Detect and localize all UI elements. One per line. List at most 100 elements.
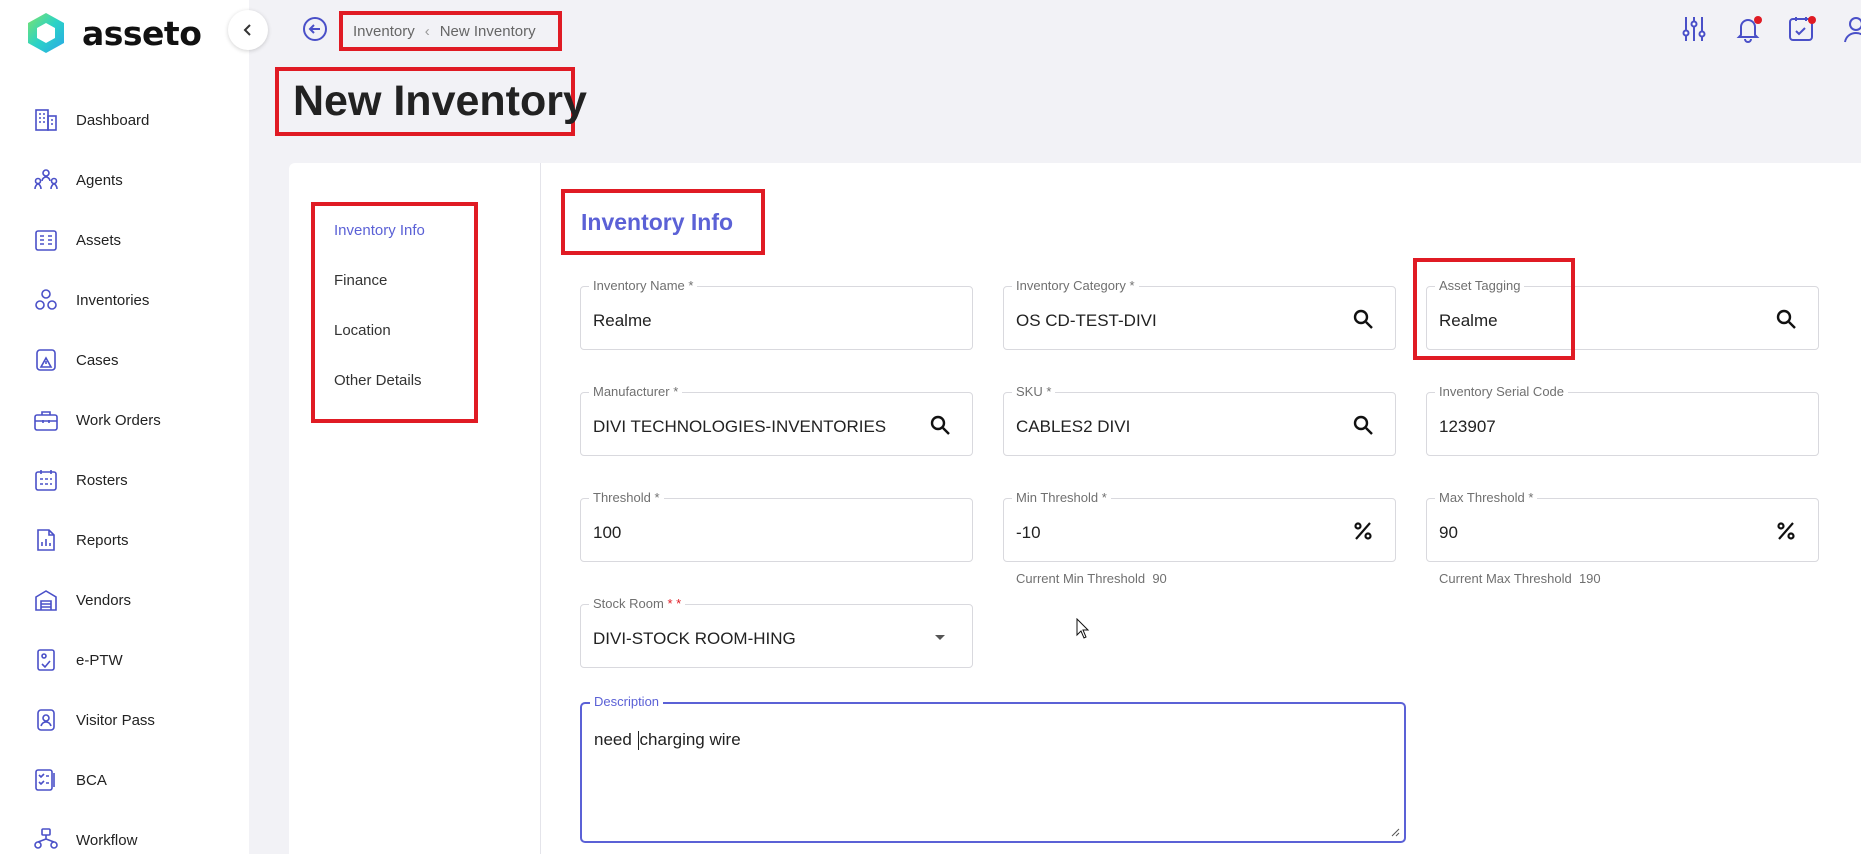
user-profile-button[interactable] bbox=[1841, 14, 1861, 44]
sidebar-item-visitor-pass[interactable]: Visitor Pass bbox=[0, 690, 249, 750]
logo-hexagon-icon bbox=[28, 13, 64, 53]
sidebar-item-label: Reports bbox=[76, 531, 129, 549]
breadcrumb-current: New Inventory bbox=[439, 22, 536, 40]
max-threshold-field[interactable]: Max Threshold * 90 bbox=[1426, 490, 1819, 562]
app-logo[interactable]: asseto bbox=[24, 8, 202, 58]
tasks-button[interactable] bbox=[1787, 14, 1817, 44]
sku-input[interactable]: CABLES2 DIVI bbox=[1016, 417, 1130, 437]
warehouse-icon bbox=[32, 586, 60, 614]
sidebar-item-label: Agents bbox=[76, 171, 123, 189]
search-icon[interactable] bbox=[928, 413, 952, 437]
sidebar-item-cases[interactable]: Cases bbox=[0, 330, 249, 390]
checklist-icon bbox=[32, 766, 60, 794]
notification-dot bbox=[1808, 16, 1816, 24]
stock-room-select[interactable]: Stock Room * * DIVI-STOCK ROOM-HING bbox=[580, 596, 973, 668]
sidebar-item-label: Visitor Pass bbox=[76, 711, 155, 729]
section-title-highlight: Inventory Info bbox=[561, 189, 765, 255]
search-icon[interactable] bbox=[1774, 307, 1798, 331]
asset-tagging-field[interactable]: Asset Tagging Realme bbox=[1426, 278, 1819, 350]
sidebar-item-label: Dashboard bbox=[76, 111, 150, 129]
inventory-serial-code-input[interactable]: 123907 bbox=[1439, 417, 1496, 437]
tab-other-details[interactable]: Other Details bbox=[334, 372, 422, 389]
breadcrumb-parent-link[interactable]: Inventory bbox=[353, 23, 415, 40]
threshold-field[interactable]: Threshold * 100 bbox=[580, 490, 973, 562]
sliders-icon bbox=[1682, 17, 1706, 41]
sidebar: asseto Dashboard Agents Assets Inventori… bbox=[0, 0, 249, 854]
back-button[interactable] bbox=[302, 16, 328, 42]
sidebar-item-reports[interactable]: Reports bbox=[0, 510, 249, 570]
inventory-category-input[interactable]: OS CD-TEST-DIVI bbox=[1016, 311, 1157, 331]
building-icon bbox=[32, 106, 60, 134]
sidebar-item-assets[interactable]: Assets bbox=[0, 210, 249, 270]
workflow-icon bbox=[32, 826, 60, 854]
sidebar-item-inventories[interactable]: Inventories bbox=[0, 270, 249, 330]
field-label: Asset Tagging bbox=[1435, 278, 1525, 293]
page-title: New Inventory bbox=[293, 77, 587, 125]
threshold-input[interactable]: 100 bbox=[593, 523, 621, 543]
sidebar-item-label: Work Orders bbox=[76, 411, 161, 429]
percent-icon bbox=[1354, 522, 1372, 540]
min-threshold-input[interactable]: -10 bbox=[1016, 523, 1041, 543]
stock-room-value: DIVI-STOCK ROOM-HING bbox=[593, 629, 796, 648]
inventories-icon bbox=[32, 286, 60, 314]
min-threshold-hint: Current Min Threshold 90 bbox=[1016, 571, 1167, 586]
field-label: Stock Room * * bbox=[589, 596, 686, 611]
sidebar-nav: Dashboard Agents Assets Inventories Case… bbox=[0, 90, 249, 854]
inventory-category-field[interactable]: Inventory Category * OS CD-TEST-DIVI bbox=[1003, 278, 1396, 350]
reports-icon bbox=[32, 526, 60, 554]
cases-icon bbox=[32, 346, 60, 374]
max-threshold-hint: Current Max Threshold 190 bbox=[1439, 571, 1601, 586]
card-divider bbox=[540, 163, 541, 854]
sidebar-item-bca[interactable]: BCA bbox=[0, 750, 249, 810]
min-threshold-field[interactable]: Min Threshold * -10 bbox=[1003, 490, 1396, 562]
search-icon[interactable] bbox=[1351, 413, 1375, 437]
sku-field[interactable]: SKU * CABLES2 DIVI bbox=[1003, 384, 1396, 456]
field-label: Threshold * bbox=[589, 490, 664, 505]
badge-icon bbox=[32, 706, 60, 734]
inventory-name-input[interactable]: Realme bbox=[593, 311, 652, 331]
filter-settings-button[interactable] bbox=[1679, 14, 1709, 44]
section-title: Inventory Info bbox=[581, 209, 734, 235]
tab-location[interactable]: Location bbox=[334, 322, 391, 339]
sidebar-item-dashboard[interactable]: Dashboard bbox=[0, 90, 249, 150]
permit-icon bbox=[32, 646, 60, 674]
sidebar-item-label: Workflow bbox=[76, 831, 138, 849]
manufacturer-field[interactable]: Manufacturer * DIVI TECHNOLOGIES-INVENTO… bbox=[580, 384, 973, 456]
sidebar-item-workflow[interactable]: Workflow bbox=[0, 810, 249, 854]
sidebar-item-label: BCA bbox=[76, 771, 107, 789]
tab-inventory-info[interactable]: Inventory Info bbox=[334, 222, 425, 239]
top-actions bbox=[1655, 14, 1861, 44]
field-label: Inventory Category * bbox=[1012, 278, 1139, 293]
sidebar-collapse-button[interactable] bbox=[228, 10, 268, 50]
sidebar-item-label: Inventories bbox=[76, 291, 150, 309]
notifications-button[interactable] bbox=[1733, 14, 1763, 44]
max-threshold-input[interactable]: 90 bbox=[1439, 523, 1458, 543]
toolbox-icon bbox=[32, 406, 60, 434]
sidebar-item-agents[interactable]: Agents bbox=[0, 150, 249, 210]
percent-icon bbox=[1777, 522, 1795, 540]
notification-dot bbox=[1754, 16, 1762, 24]
description-textarea[interactable]: Description need charging wire bbox=[580, 694, 1406, 843]
back-arrow-icon bbox=[303, 17, 327, 41]
sidebar-item-rosters[interactable]: Rosters bbox=[0, 450, 249, 510]
resize-handle-icon[interactable] bbox=[1388, 825, 1400, 837]
inventory-name-field[interactable]: Inventory Name * Realme bbox=[580, 278, 973, 350]
inventory-serial-code-field[interactable]: Inventory Serial Code 123907 bbox=[1426, 384, 1819, 456]
manufacturer-input[interactable]: DIVI TECHNOLOGIES-INVENTORIES bbox=[593, 417, 886, 437]
sidebar-item-work-orders[interactable]: Work Orders bbox=[0, 390, 249, 450]
description-value[interactable]: need charging wire bbox=[594, 730, 741, 751]
app-name: asseto bbox=[82, 13, 202, 53]
dropdown-arrow-icon[interactable] bbox=[928, 625, 952, 649]
sidebar-item-e-ptw[interactable]: e-PTW bbox=[0, 630, 249, 690]
asset-tagging-input[interactable]: Realme bbox=[1439, 311, 1498, 331]
sidebar-item-vendors[interactable]: Vendors bbox=[0, 570, 249, 630]
sidebar-item-label: Rosters bbox=[76, 471, 128, 489]
sidebar-item-label: Assets bbox=[76, 231, 122, 249]
chevron-left-icon bbox=[243, 24, 251, 36]
chevron-left-icon: ‹ bbox=[424, 22, 430, 40]
search-icon[interactable] bbox=[1351, 307, 1375, 331]
mouse-pointer-icon bbox=[1076, 618, 1090, 639]
tab-finance[interactable]: Finance bbox=[334, 272, 387, 289]
text-caret bbox=[637, 731, 639, 751]
sidebar-item-label: Cases bbox=[76, 351, 119, 369]
